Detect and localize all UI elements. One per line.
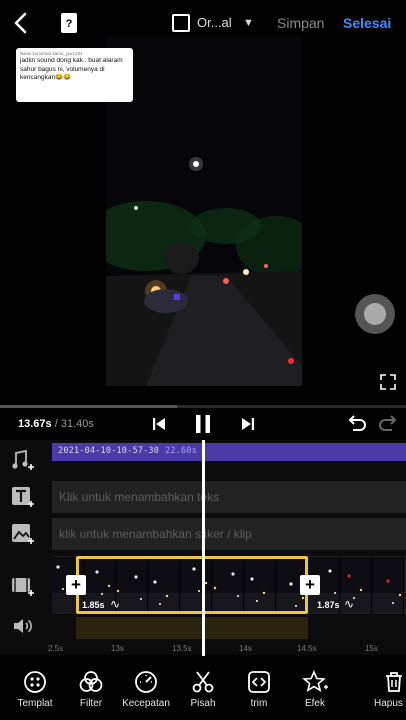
tool-template[interactable]: Templat [14,670,56,709]
current-time: 13.67s [18,418,52,430]
tick-label: 2.5s [48,644,64,653]
add-transition-left-button[interactable]: + [66,575,86,595]
redo-icon[interactable] [376,413,400,435]
bottom-toolbar: Templat Filter Kecepatan Pisah trim Efek… [0,656,406,720]
back-arrow-icon[interactable] [10,11,32,35]
help-button[interactable]: ? [61,13,77,33]
speed-curve-icon: ∿ [344,597,355,611]
tool-label: Pisah [190,698,216,709]
progress-fill [0,405,177,408]
total-time: 31.40s [60,418,94,430]
tick-label: 15s [365,644,378,653]
volume-icon[interactable] [11,614,35,638]
audio-clip-duration: 22.60s [165,446,197,456]
audio-clip-name: 2021-04-10-10-57-30 [58,446,160,456]
star-icon [302,670,328,692]
audio-clip[interactable]: 2021-04-10-10-57-30 22.60s [52,443,406,461]
comment-author: Balas komentar kamu_pur1234 [20,51,83,56]
add-music-icon[interactable] [11,448,35,472]
comment-sticker[interactable]: Balas komentar kamu_pur1234 jadiin sound… [16,48,133,102]
tool-split[interactable]: Pisah [184,670,222,709]
skip-forward-icon[interactable] [240,413,256,435]
add-sticker-icon[interactable] [11,522,35,546]
caret-down-icon[interactable]: ▼ [243,17,254,29]
add-text-icon[interactable] [11,485,35,509]
aspect-ratio-icon[interactable] [172,14,190,32]
done-button[interactable]: Selesai [343,15,391,31]
progress-bar[interactable] [0,405,406,408]
pause-icon[interactable] [192,413,214,435]
sticker-lane[interactable]: klik untuk menambahkan stiker / klip [52,518,406,550]
tool-label: trim [250,698,268,709]
scissors-icon [192,671,214,693]
tick-label: 13.5s [172,644,192,653]
tick-label: 14s [239,644,252,653]
save-button[interactable]: Simpan [277,15,324,31]
tool-trim[interactable]: trim [242,670,276,709]
text-lane[interactable]: Klik untuk menambahkan teks [52,481,406,513]
tool-label: Efek [304,698,325,709]
fullscreen-icon[interactable] [380,374,396,390]
clip-frame-thumbnail [372,557,404,613]
tool-label: Kecepatan [122,698,170,709]
playhead[interactable] [202,440,205,656]
tick-label: 13s [111,644,124,653]
tool-label: Filter [79,698,103,709]
clip-duration-left: 1.85s [82,600,105,610]
video-preview[interactable] [106,36,302,386]
tool-delete[interactable]: Hapus [374,670,406,709]
undo-icon[interactable] [345,413,369,435]
add-clip-icon[interactable] [11,574,35,598]
speed-icon [135,671,157,693]
video-frame [106,36,302,386]
filter-icon [79,671,103,692]
tool-effect[interactable]: Efek [297,670,333,709]
aspect-ratio-label[interactable]: Or...al [197,15,232,30]
comment-message: jadiin sound dong kak.. buat alaram sahu… [20,57,123,81]
trash-icon [386,672,402,692]
add-transition-right-button[interactable]: + [300,575,320,595]
tool-filter[interactable]: Filter [72,670,110,709]
trim-icon [248,671,270,693]
clip-duration-right: 1.87s [317,600,340,610]
tick-label: 14.5s [297,644,317,653]
timecode: 13.67s / 31.40s [18,418,94,430]
tool-label: Templat [17,698,53,709]
tool-speed[interactable]: Kecepatan [118,670,174,709]
template-icon [24,671,46,693]
clip-audio-lane[interactable] [76,617,308,639]
speed-curve-icon: ∿ [110,597,121,611]
skip-back-icon[interactable] [151,413,167,435]
text-lane-placeholder: Klik untuk menambahkan teks [59,490,220,504]
floating-record-button[interactable] [355,294,395,334]
tool-label: Hapus [374,698,403,709]
sticker-lane-placeholder: klik untuk menambahkan stiker / klip [59,527,252,541]
